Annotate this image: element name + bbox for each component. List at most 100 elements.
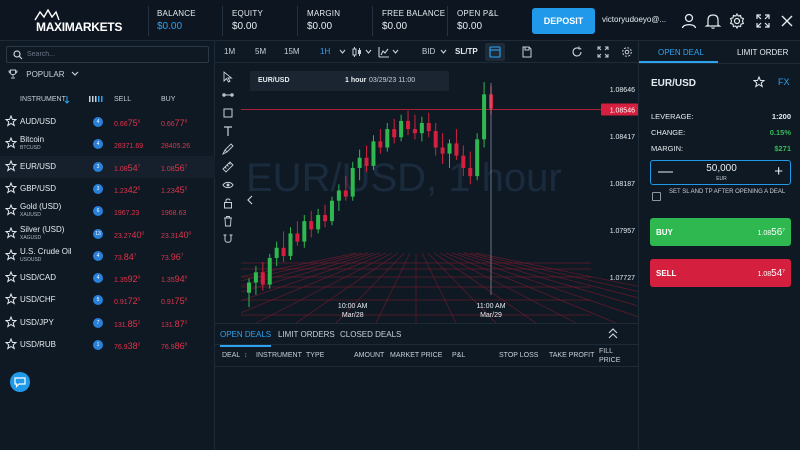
- sell-price[interactable]: 23.27400: [114, 230, 144, 240]
- search-box[interactable]: [6, 46, 209, 63]
- col-take-profit[interactable]: TAKE PROFIT: [549, 352, 594, 359]
- instrument-row[interactable]: AUD/USD 4 0.66756 0.66778: [0, 111, 215, 133]
- ruler-icon[interactable]: [222, 161, 234, 173]
- sell-price[interactable]: 1.23425: [114, 185, 140, 195]
- sell-price[interactable]: 131.852: [114, 319, 140, 329]
- rectangle-tool-icon[interactable]: [222, 107, 234, 119]
- chat-button[interactable]: [10, 372, 30, 392]
- candles-type-icon[interactable]: [351, 46, 363, 58]
- tab-limit-order[interactable]: LIMIT ORDER: [737, 48, 788, 57]
- buy-price[interactable]: 23.31400: [161, 230, 191, 240]
- instrument-row[interactable]: Gold (USD) XAUUSD 6 1967.23 1968.63: [0, 200, 215, 222]
- sltp-checkbox[interactable]: [652, 192, 661, 201]
- sort-icon[interactable]: ↕: [244, 352, 248, 359]
- instrument-row[interactable]: U.S. Crude Oil USOUSD 4 73.847 73.967: [0, 245, 215, 267]
- chart-settings-icon[interactable]: [621, 46, 633, 58]
- layout-button[interactable]: [485, 43, 505, 61]
- buy-price[interactable]: 1.08567: [161, 163, 187, 173]
- price-chart[interactable]: EUR/USD, 1 hour 1.08646 1.08417 1.08187 1.07…: [241, 63, 638, 323]
- volatility-bars-icon[interactable]: [89, 95, 103, 103]
- reset-icon[interactable]: [571, 46, 583, 58]
- instrument-row[interactable]: USD/CHF 5 0.91725 0.91756: [0, 289, 215, 311]
- save-layout-icon[interactable]: [521, 46, 533, 58]
- lock-icon[interactable]: [222, 197, 234, 209]
- favorite-star-icon[interactable]: [5, 159, 17, 172]
- col-instrument[interactable]: INSTRUMENT: [256, 352, 302, 359]
- eye-icon[interactable]: [222, 179, 234, 191]
- instrument-row[interactable]: Silver (USD) XAGUSD 13 23.27400 23.31400: [0, 223, 215, 245]
- tab-closed-deals[interactable]: CLOSED DEALS: [340, 330, 401, 339]
- text-tool-icon[interactable]: [222, 125, 234, 137]
- close-icon[interactable]: [778, 12, 796, 30]
- chevron-down-icon[interactable]: [392, 49, 399, 55]
- col-market-price[interactable]: MARKET PRICE: [390, 352, 442, 359]
- instrument-row[interactable]: GBP/USD 3 1.23425 1.23455: [0, 178, 215, 200]
- trash-icon[interactable]: [222, 215, 234, 227]
- instrument-row[interactable]: Bitcoin BTCUSD 4 28371.69 28405.26: [0, 133, 215, 155]
- account-email[interactable]: victoryudoeyo@...: [602, 15, 666, 24]
- col-deal[interactable]: DEAL: [222, 352, 240, 359]
- bell-icon[interactable]: [704, 12, 722, 30]
- price-type-select[interactable]: BID: [422, 47, 435, 56]
- favorite-star-icon[interactable]: [5, 115, 17, 127]
- gear-icon[interactable]: [728, 12, 746, 30]
- tab-limit-orders[interactable]: LIMIT ORDERS: [278, 330, 335, 339]
- col-fill-price[interactable]: FILL PRICE: [599, 347, 623, 365]
- col-amount[interactable]: AMOUNT: [354, 352, 384, 359]
- sell-price[interactable]: 76.9382: [114, 341, 140, 351]
- sltp-toggle[interactable]: SL/TP: [455, 47, 478, 56]
- sell-price[interactable]: 1.35920: [114, 274, 140, 284]
- timeframe-1m[interactable]: 1M: [224, 47, 235, 56]
- favorite-star-icon[interactable]: [5, 181, 17, 194]
- amount-input[interactable]: 50,000: [651, 163, 792, 174]
- buy-price[interactable]: 1.35946: [161, 274, 187, 284]
- brand-logo[interactable]: MAXIMARKETS: [34, 9, 122, 34]
- buy-price[interactable]: 1.23455: [161, 185, 187, 195]
- buy-price[interactable]: 73.967: [161, 252, 183, 262]
- sell-price[interactable]: 73.847: [114, 252, 136, 262]
- tab-open-deal[interactable]: OPEN DEAL: [658, 48, 704, 57]
- buy-price[interactable]: 76.9868: [161, 341, 187, 351]
- buy-price[interactable]: 131.873: [161, 319, 187, 329]
- increase-amount-button[interactable]: +: [774, 163, 783, 180]
- deposit-button[interactable]: DEPOSIT: [532, 8, 595, 34]
- favorite-star-icon[interactable]: [5, 315, 17, 328]
- chevron-down-icon[interactable]: [365, 49, 372, 55]
- buy-price[interactable]: 1968.63: [161, 207, 186, 217]
- category-select[interactable]: POPULAR: [8, 69, 79, 79]
- search-input[interactable]: [27, 48, 207, 61]
- buy-button[interactable]: BUY 1.08567: [650, 218, 791, 246]
- favorite-star-icon[interactable]: [753, 76, 765, 88]
- buy-price[interactable]: 28405.26: [161, 140, 190, 150]
- tab-open-deals[interactable]: OPEN DEALS: [220, 330, 272, 347]
- instrument-row[interactable]: EUR/USD 3 1.08547 1.08567: [0, 155, 215, 178]
- favorite-star-icon[interactable]: [5, 248, 17, 261]
- sell-button[interactable]: SELL 1.08547: [650, 259, 791, 287]
- favorite-star-icon[interactable]: [5, 271, 17, 283]
- fullscreen-icon[interactable]: [754, 12, 772, 30]
- buy-price[interactable]: 0.66778: [161, 118, 187, 128]
- timeframe-5m[interactable]: 5M: [255, 47, 266, 56]
- col-type[interactable]: TYPE: [306, 352, 324, 359]
- favorite-star-icon[interactable]: [5, 204, 17, 216]
- instrument-row[interactable]: USD/CAD 4 1.35920 1.35946: [0, 267, 215, 289]
- chevron-down-icon[interactable]: [440, 49, 447, 55]
- user-icon[interactable]: [680, 12, 698, 30]
- instrument-row[interactable]: USD/RUB 1 76.9382 76.9868: [0, 334, 215, 356]
- expand-icon[interactable]: [597, 46, 609, 58]
- sell-price[interactable]: 1967.23: [114, 207, 139, 217]
- buy-price[interactable]: 0.91756: [161, 296, 187, 306]
- sell-price[interactable]: 0.66756: [114, 118, 140, 128]
- chevron-down-icon[interactable]: [339, 49, 346, 55]
- amount-stepper[interactable]: — 50,000 EUR +: [650, 160, 791, 185]
- favorite-star-icon[interactable]: [5, 293, 17, 305]
- sell-price[interactable]: 0.91725: [114, 296, 140, 306]
- chart-canvas[interactable]: EUR/USD, 1 hour 1.08646 1.08417 1.08187 1.07…: [241, 63, 638, 323]
- magnet-icon[interactable]: [222, 233, 234, 245]
- col-stop-loss[interactable]: STOP LOSS: [499, 352, 538, 359]
- favorite-star-icon[interactable]: [5, 338, 17, 350]
- favorite-star-icon[interactable]: [5, 226, 17, 239]
- timeframe-15m[interactable]: 15M: [284, 47, 300, 56]
- indicators-icon[interactable]: [378, 46, 390, 58]
- trend-line-icon[interactable]: [222, 89, 234, 101]
